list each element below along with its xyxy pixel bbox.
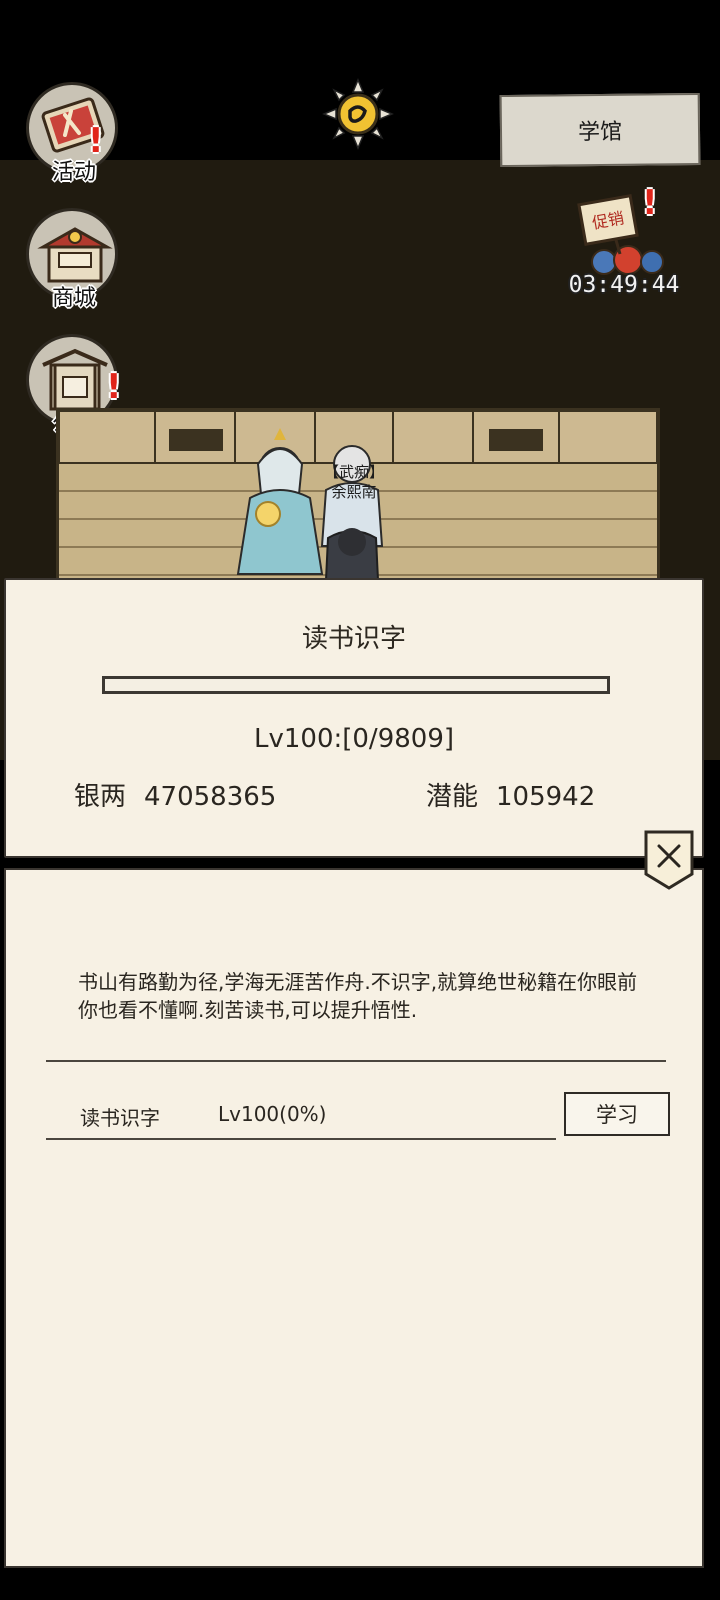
divider-bottom (46, 1138, 556, 1140)
potential-value: 105942 (496, 782, 596, 812)
silver-value: 47058365 (144, 782, 277, 812)
shop-label: 商城 (51, 286, 96, 311)
close-x-icon[interactable] (644, 830, 694, 890)
activity-label: 活动 (51, 160, 96, 185)
npc-name: 余熙南 (331, 483, 377, 501)
divider-top (46, 1060, 666, 1062)
skill-detail-panel: 书山有路勤为径,学海无涯苦作舟.不识字,就算绝世秘籍在你眼前你也看不懂啊.刻苦读… (4, 868, 704, 1568)
promo-alert-icon: ! (642, 183, 658, 223)
promo-timer: 03:49:44 (568, 272, 680, 298)
npc-character-sprite[interactable] (314, 434, 388, 580)
shop-button[interactable]: 商城 (26, 208, 122, 311)
activity-button[interactable]: ! 活动 (26, 82, 122, 185)
location-button[interactable]: 学馆 (499, 92, 701, 168)
learn-button[interactable]: 学习 (564, 1092, 670, 1136)
panel-title: 读书识字 (301, 624, 406, 654)
npc-title: 【武痴】 (323, 463, 384, 481)
level-progress-text: Lv100:[0/9809] (253, 724, 454, 754)
npc-name-tag: 【武痴】 余熙南 (322, 462, 386, 502)
sale-sign-with-money-bags-icon[interactable]: 促销 (576, 190, 686, 280)
study-panel: 读书识字 Lv100:[0/9809] 银两 47058365 潜能 105942 (4, 578, 704, 858)
notice-alert-icon: ! (106, 367, 122, 407)
silver-label: 银两 (74, 782, 127, 812)
sun-with-ink-glyph-icon (322, 78, 394, 150)
potential-label: 潜能 (426, 782, 479, 812)
skill-description: 书山有路勤为径,学海无涯苦作舟.不识字,就算绝世秘籍在你眼前你也看不懂啊.刻苦读… (78, 970, 638, 1022)
skill-level: Lv100(0%) (218, 1102, 327, 1126)
experience-progress-bar (102, 676, 610, 694)
potential-stat: 潜能 105942 (426, 776, 595, 813)
silver-stat: 银两 47058365 (74, 776, 276, 813)
skill-name: 读书识字 (80, 1106, 160, 1130)
